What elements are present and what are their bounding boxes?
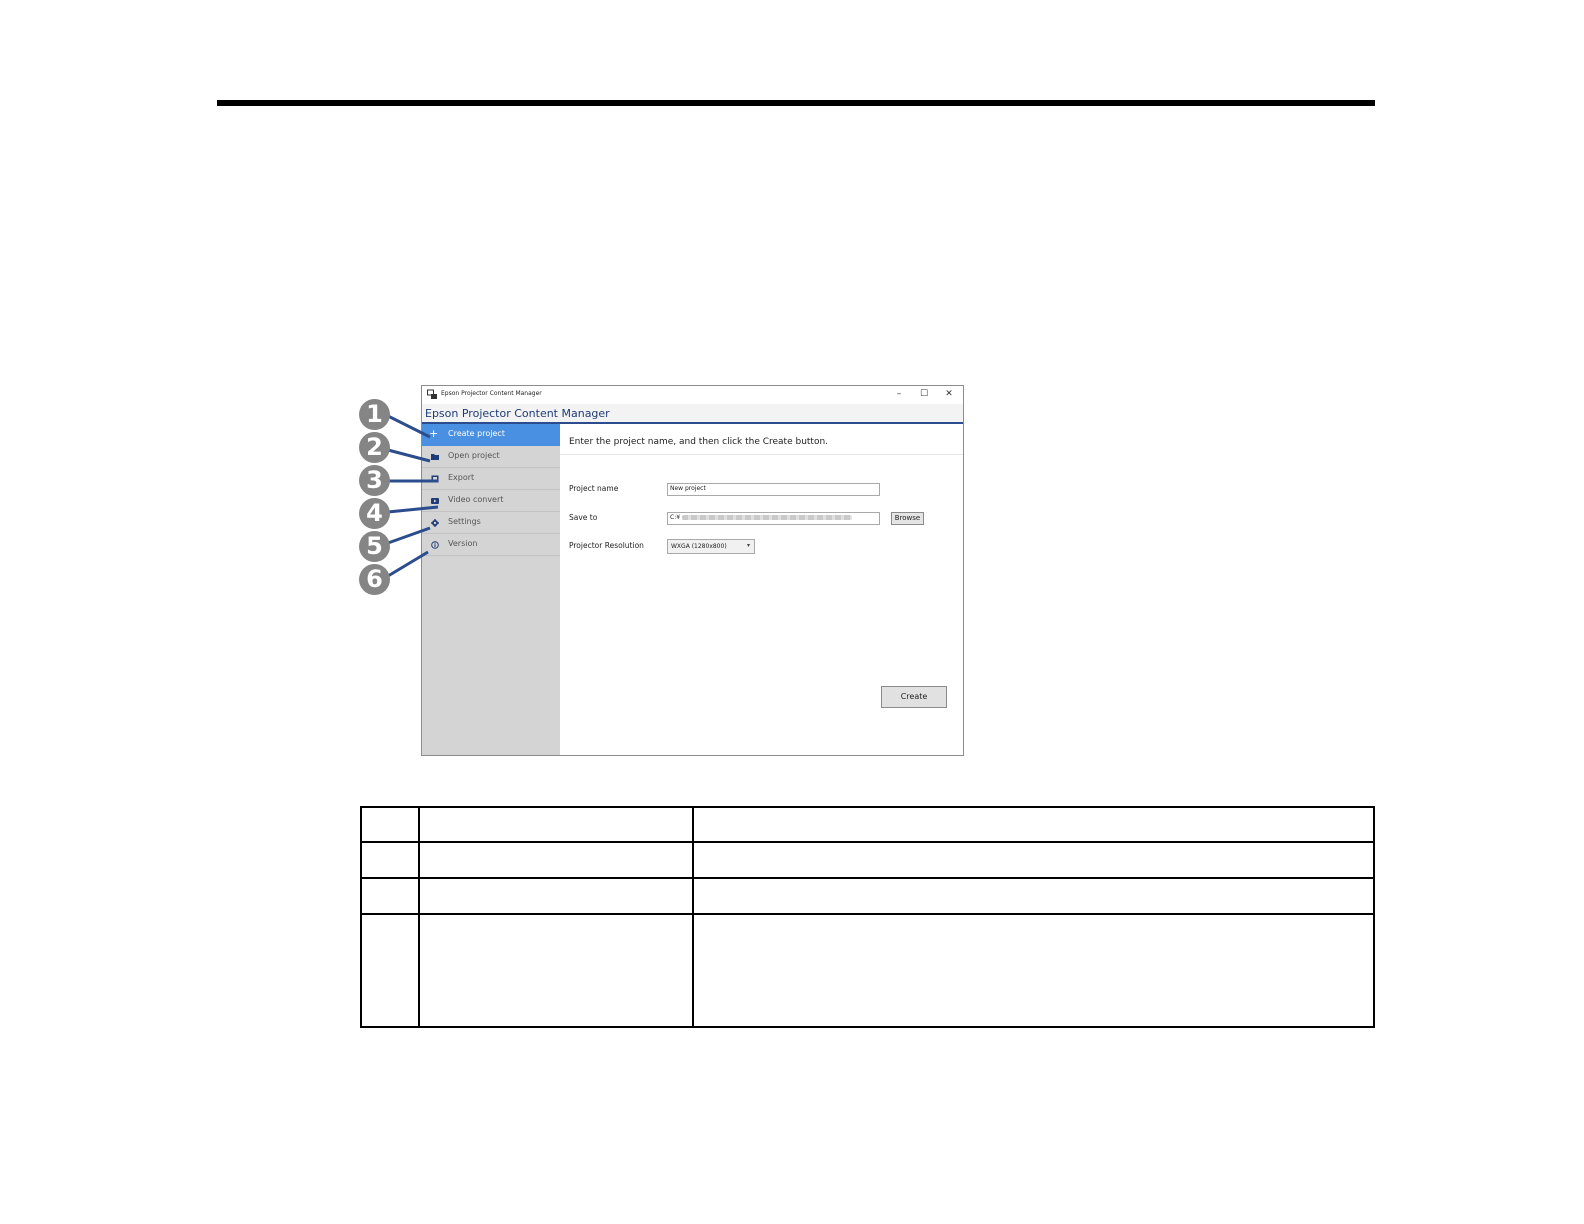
callout-4: 4	[359, 498, 390, 529]
callout-leader-lines	[387, 414, 439, 578]
callout-3: 3	[359, 465, 390, 496]
table-row-divider	[362, 841, 1373, 843]
callout-line-2	[387, 448, 431, 463]
callout-6: 6	[359, 564, 390, 595]
table-row-divider	[362, 913, 1373, 915]
callout-line-6	[387, 550, 429, 578]
callout-5: 5	[359, 531, 390, 562]
callout-1: 1	[359, 399, 390, 430]
callout-line-5	[387, 526, 431, 545]
table-row-divider	[362, 877, 1373, 879]
callout-line-4	[387, 505, 439, 514]
reference-table	[360, 806, 1375, 1028]
callout-2: 2	[359, 432, 390, 463]
callout-line-1	[387, 414, 431, 439]
